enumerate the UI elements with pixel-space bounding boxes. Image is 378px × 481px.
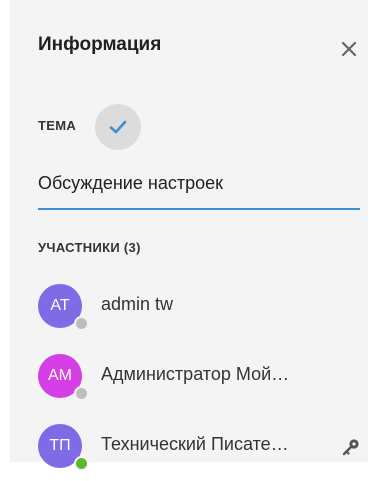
member-item-tech-writer[interactable]: ТП Технический Писате… (38, 424, 360, 472)
presence-offline-indicator (74, 316, 89, 331)
topic-label: ТЕМА (38, 118, 77, 133)
check-icon (109, 120, 127, 134)
member-name: Администратор Мой… (101, 364, 290, 384)
member-item-administrator[interactable]: AM Администратор Мой… (38, 354, 360, 402)
member-name: Технический Писате… (101, 434, 289, 454)
avatar-initials: AM (48, 367, 72, 384)
presence-offline-indicator (74, 386, 89, 401)
close-icon (341, 41, 357, 57)
avatar-initials: ТП (49, 437, 71, 454)
member-name: admin tw (101, 294, 174, 314)
key-icon (342, 439, 359, 456)
member-item-admin-tw[interactable]: AT admin tw (38, 284, 360, 332)
panel-title: Информация (38, 34, 162, 55)
confirm-topic-button[interactable] (95, 104, 141, 150)
info-panel: Информация ТЕМА УЧАСТНИКИ (3) AT admin t… (10, 0, 368, 471)
participants-label: УЧАСТНИКИ (3) (38, 240, 141, 255)
presence-online-indicator (74, 456, 89, 471)
topic-input[interactable] (38, 166, 360, 210)
avatar-initials: AT (50, 297, 70, 314)
close-button[interactable] (338, 38, 360, 60)
